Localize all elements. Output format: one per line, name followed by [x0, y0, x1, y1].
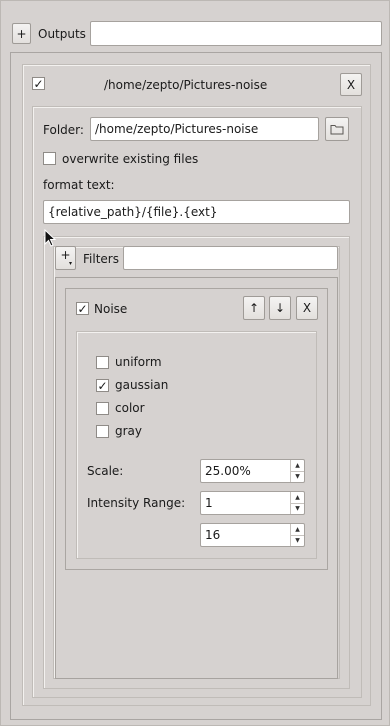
gaussian-checkbox[interactable]: ✓	[96, 379, 109, 392]
gray-checkbox[interactable]	[96, 425, 109, 438]
spin-up-icon[interactable]: ▲	[291, 524, 304, 535]
spin-up-icon[interactable]: ▲	[291, 492, 304, 503]
intensity-range-label: Intensity Range:	[87, 496, 186, 510]
remove-filter-button[interactable]: X	[296, 296, 318, 320]
scale-value: 25.00%	[205, 464, 251, 478]
output-enabled-checkbox[interactable]: ✓	[32, 77, 45, 90]
outputs-label: Outputs	[38, 26, 86, 41]
intensity-min-spinbox[interactable]: 1 ▲ ▼	[200, 491, 305, 515]
remove-output-button[interactable]: X	[340, 73, 362, 96]
scale-label: Scale:	[87, 464, 124, 478]
filters-field[interactable]	[123, 246, 338, 270]
filters-label: Filters	[83, 251, 119, 266]
folder-icon	[330, 124, 344, 135]
intensity-max-spin-arrows[interactable]: ▲ ▼	[290, 524, 304, 546]
gray-label: gray	[115, 424, 143, 438]
overwrite-label: overwrite existing files	[62, 152, 199, 166]
intensity-max-value: 16	[205, 528, 221, 542]
mouse-cursor-icon	[44, 228, 58, 249]
intensity-min-spin-arrows[interactable]: ▲ ▼	[290, 492, 304, 514]
move-down-button[interactable]: ↓	[269, 296, 291, 320]
gaussian-label: gaussian	[115, 378, 169, 392]
format-text-input[interactable]: {relative_path}/{file}.{ext}	[43, 200, 350, 224]
noise-enabled-checkbox[interactable]: ✓	[76, 302, 89, 315]
spin-up-icon[interactable]: ▲	[291, 460, 304, 471]
overwrite-checkbox[interactable]	[43, 152, 56, 165]
noise-filter-title: Noise	[94, 301, 128, 316]
format-text-label: format text:	[43, 178, 115, 192]
intensity-min-value: 1	[205, 496, 213, 510]
dropdown-arrow-icon: ▾	[68, 260, 72, 267]
uniform-label: uniform	[115, 355, 162, 369]
intensity-max-spinbox[interactable]: 16 ▲ ▼	[200, 523, 305, 547]
color-checkbox[interactable]	[96, 402, 109, 415]
scale-spinbox[interactable]: 25.00% ▲ ▼	[200, 459, 305, 483]
uniform-checkbox[interactable]	[96, 356, 109, 369]
color-label: color	[115, 401, 145, 415]
output-panel-title: /home/zepto/Pictures-noise	[104, 77, 268, 92]
folder-label: Folder:	[43, 122, 84, 137]
scale-spin-arrows[interactable]: ▲ ▼	[290, 460, 304, 482]
move-up-button[interactable]: ↑	[243, 296, 265, 320]
browse-folder-button[interactable]	[325, 117, 349, 141]
folder-path-input[interactable]: /home/zepto/Pictures-noise	[90, 117, 319, 141]
add-filter-button[interactable]: + ▾	[55, 246, 76, 270]
outputs-field[interactable]	[90, 21, 382, 46]
spin-down-icon[interactable]: ▼	[291, 470, 304, 483]
add-output-button[interactable]: +	[12, 23, 31, 44]
spin-down-icon[interactable]: ▼	[291, 502, 304, 515]
spin-down-icon[interactable]: ▼	[291, 534, 304, 547]
